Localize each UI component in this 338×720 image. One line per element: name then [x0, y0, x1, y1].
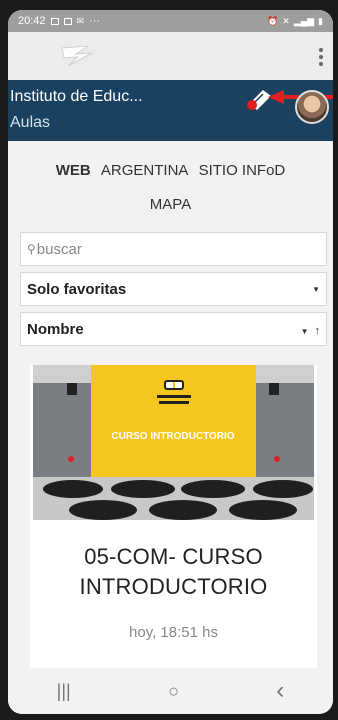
search-icon: ⚲ — [27, 242, 36, 256]
alarm-icon: ⏰ — [267, 15, 279, 26]
gallery-icon — [50, 17, 59, 25]
sort-select[interactable]: Nombre ▼ ↑ — [20, 312, 327, 346]
institute-name[interactable]: Instituto de Educ... — [10, 88, 143, 106]
status-more: ··· — [89, 15, 101, 27]
course-title-line2: INTRODUCTORIO — [79, 574, 268, 599]
link-web[interactable]: WEB — [56, 162, 91, 179]
course-title[interactable]: 05-COM- CURSO INTRODUCTORIO — [30, 542, 317, 602]
caret-down-icon: ▼ — [300, 326, 309, 336]
link-argentina[interactable]: ARGENTINA — [101, 162, 189, 179]
caret-down-icon: ▼ — [312, 284, 320, 294]
message-icon: ✉ — [76, 15, 85, 26]
favorites-filter-select[interactable]: Solo favoritas ▼ — [20, 272, 327, 306]
app-bar — [8, 32, 333, 80]
course-date: hoy, 18:51 hs — [129, 624, 218, 641]
mute-icon: ✕ — [282, 15, 290, 26]
link-sitio-infod[interactable]: SITIO INFoD — [199, 162, 286, 179]
link-mapa[interactable]: MAPA — [8, 188, 333, 222]
recents-button[interactable]: ||| — [57, 681, 71, 702]
app-logo — [61, 45, 93, 67]
sort-value: Nombre — [27, 320, 84, 338]
sort-direction-icon[interactable]: ↑ — [315, 325, 321, 337]
back-button[interactable]: ‹ — [276, 677, 284, 705]
filter-value: Solo favoritas — [27, 280, 127, 298]
battery-icon: ▮ — [318, 15, 323, 26]
phone-screen: 20:42 ✉ ··· ⏰ ✕ ▂▄▆ ▮ Instituto de Educ.… — [8, 10, 333, 714]
search-input[interactable]: ⚲ buscar — [20, 232, 327, 266]
status-bar: 20:42 ✉ ··· ⏰ ✕ ▂▄▆ ▮ — [8, 10, 333, 32]
banner-text: CURSO INTRODUCTORIO — [111, 431, 234, 442]
site-links: WEB ARGENTINA SITIO INFoD MAPA — [8, 141, 333, 222]
user-avatar[interactable] — [295, 90, 329, 124]
section-label: Aulas — [10, 114, 51, 131]
status-time: 20:42 — [18, 15, 46, 27]
home-button[interactable]: ○ — [168, 681, 179, 702]
course-card[interactable]: CURSO INTRODUCTORIO 05-COM- CURSO INTROD… — [30, 365, 317, 685]
institute-header: Instituto de Educ... Aulas — [8, 80, 333, 141]
system-nav-bar: ||| ○ ‹ — [8, 668, 333, 714]
more-options-icon[interactable] — [319, 48, 323, 66]
calendar-icon — [63, 17, 72, 25]
course-image: CURSO INTRODUCTORIO — [33, 365, 314, 520]
signal-icon: ▂▄▆ — [293, 15, 315, 26]
search-placeholder: buscar — [36, 240, 82, 258]
course-title-line1: 05-COM- CURSO — [84, 544, 263, 569]
